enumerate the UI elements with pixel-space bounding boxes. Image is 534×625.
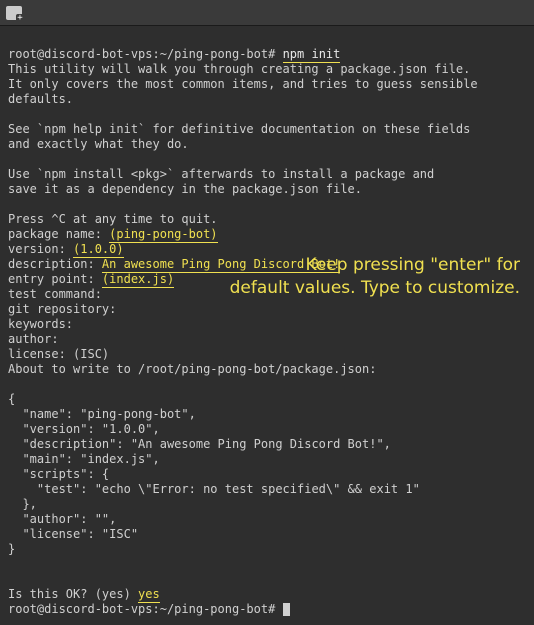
output-line: This utility will walk you through creat… [8, 62, 470, 76]
prompt-line: root@discord-bot-vps:~/ping-pong-bot# [8, 602, 290, 616]
terminal-output[interactable]: root@discord-bot-vps:~/ping-pong-bot# np… [0, 26, 534, 625]
confirm-line: Is this OK? (yes) yes [8, 587, 160, 603]
value-entry-point: (index.js) [102, 272, 174, 288]
json-line: "author": "", [8, 512, 116, 526]
window-titlebar [0, 0, 534, 26]
json-line: "description": "An awesome Ping Pong Dis… [8, 437, 391, 451]
prompt-userhost: root@discord-bot-vps [8, 47, 153, 61]
field-entry-point: entry point: (index.js) [8, 272, 174, 288]
new-tab-icon[interactable] [6, 6, 22, 20]
field-test-command: test command: [8, 287, 102, 301]
json-line: "test": "echo \"Error: no test specified… [8, 482, 420, 496]
field-package-name: package name: (ping-pong-bot) [8, 227, 218, 243]
output-line: It only covers the most common items, an… [8, 77, 485, 106]
json-line: "version": "1.0.0", [8, 422, 160, 436]
command-npm-init: npm init [283, 47, 341, 63]
field-license: license: (ISC) [8, 347, 109, 361]
prompt-line: root@discord-bot-vps:~/ping-pong-bot# np… [8, 47, 340, 63]
value-version: (1.0.0) [73, 242, 124, 258]
output-line: and exactly what they do. [8, 137, 189, 151]
output-line: save it as a dependency in the package.j… [8, 182, 362, 196]
cursor [283, 603, 290, 616]
prompt-path: ~/ping-pong-bot [160, 47, 268, 61]
value-package-name: (ping-pong-bot) [109, 227, 217, 243]
field-version: version: (1.0.0) [8, 242, 124, 258]
field-git-repository: git repository: [8, 302, 116, 316]
json-line: }, [8, 497, 37, 511]
json-line: } [8, 542, 15, 556]
json-line: "main": "index.js", [8, 452, 160, 466]
annotation-text: Keep pressing "enter" for default values… [200, 254, 520, 300]
output-line: Press ^C at any time to quit. [8, 212, 218, 226]
json-line: { [8, 392, 15, 406]
json-line: "scripts": { [8, 467, 109, 481]
confirm-value: yes [138, 587, 160, 603]
output-line: See `npm help init` for definitive docum… [8, 122, 470, 136]
field-author: author: [8, 332, 59, 346]
json-line: "license": "ISC" [8, 527, 138, 541]
json-line: "name": "ping-pong-bot", [8, 407, 196, 421]
output-line: Use `npm install <pkg>` afterwards to in… [8, 167, 434, 181]
about-to-write: About to write to /root/ping-pong-bot/pa… [8, 362, 376, 376]
field-keywords: keywords: [8, 317, 73, 331]
